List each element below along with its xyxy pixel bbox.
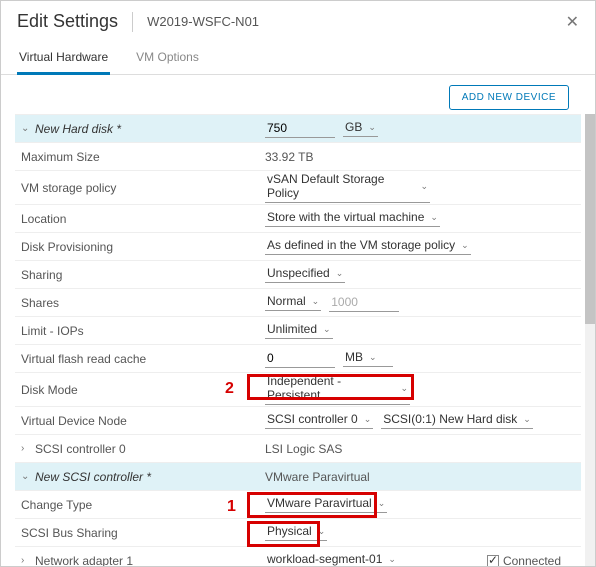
row-limit-iops: Limit - IOPs Unlimited ⌄ xyxy=(15,316,581,344)
network-connected-check[interactable]: Connected xyxy=(487,554,561,567)
tab-vm-options[interactable]: VM Options xyxy=(134,42,201,74)
row-scsi-bus-sharing: SCSI Bus Sharing Physical ⌄ xyxy=(15,518,581,546)
row-shares: Shares Normal ⌄ xyxy=(15,288,581,316)
close-icon[interactable]: ✕ xyxy=(566,12,579,32)
tab-virtual-hardware[interactable]: Virtual Hardware xyxy=(17,42,110,75)
chevron-down-icon: ⌄ xyxy=(312,296,320,307)
disk-size-input[interactable] xyxy=(265,119,335,138)
chevron-down-icon: ⌄ xyxy=(523,414,531,425)
max-size-value: 33.92 TB xyxy=(265,150,313,164)
chevron-down-icon: ⌄ xyxy=(369,352,377,363)
disk-size-unit-select[interactable]: GB ⌄ xyxy=(343,120,378,137)
storage-policy-select[interactable]: vSAN Default Storage Policy ⌄ xyxy=(265,172,430,203)
chevron-down-icon: ⌄ xyxy=(368,122,376,133)
edit-settings-dialog: Edit Settings W2019-WSFC-N01 ✕ Virtual H… xyxy=(0,0,596,567)
chevron-down-icon: ⌄ xyxy=(461,240,469,251)
scrollbar-thumb[interactable] xyxy=(585,114,595,324)
dialog-title: Edit Settings xyxy=(17,11,118,32)
provisioning-select[interactable]: As defined in the VM storage policy ⌄ xyxy=(265,238,471,255)
row-disk-provisioning: Disk Provisioning As defined in the VM s… xyxy=(15,232,581,260)
toolbar: ADD NEW DEVICE xyxy=(1,75,595,114)
disk-mode-select[interactable]: Independent - Persistent ⌄ xyxy=(265,374,410,405)
row-virtual-device-node: Virtual Device Node SCSI controller 0 ⌄ … xyxy=(15,406,581,434)
chevron-down-icon[interactable]: ⌄ xyxy=(21,123,35,134)
row-sharing: Sharing Unspecified ⌄ xyxy=(15,260,581,288)
row-scsi-controller-0: › SCSI controller 0 LSI Logic SAS xyxy=(15,434,581,462)
chevron-down-icon: ⌄ xyxy=(388,554,396,565)
vflash-value-input[interactable] xyxy=(265,349,335,368)
content-area: ⌄ New Hard disk * GB ⌄ Maximum Size 33.9… xyxy=(1,114,595,566)
chevron-down-icon: ⌄ xyxy=(430,212,438,223)
chevron-down-icon: ⌄ xyxy=(323,324,331,335)
vflash-unit-select[interactable]: MB ⌄ xyxy=(343,350,393,367)
vdn-device-select[interactable]: SCSI(0:1) New Hard disk ⌄ xyxy=(381,412,533,429)
row-location: Location Store with the virtual machine … xyxy=(15,204,581,232)
limit-iops-select[interactable]: Unlimited ⌄ xyxy=(265,322,333,339)
chevron-down-icon[interactable]: ⌄ xyxy=(21,471,35,482)
bus-sharing-select[interactable]: Physical ⌄ xyxy=(265,524,327,541)
location-select[interactable]: Store with the virtual machine ⌄ xyxy=(265,210,440,227)
row-network-adapter-1: › Network adapter 1 workload-segment-01 … xyxy=(15,546,581,566)
add-new-device-button[interactable]: ADD NEW DEVICE xyxy=(449,85,569,110)
checkbox-checked-icon xyxy=(487,555,499,567)
shares-level-select[interactable]: Normal ⌄ xyxy=(265,294,321,311)
vdn-controller-select[interactable]: SCSI controller 0 ⌄ xyxy=(265,412,373,429)
chevron-down-icon: ⌄ xyxy=(336,268,344,279)
dialog-header: Edit Settings W2019-WSFC-N01 ✕ xyxy=(1,1,595,36)
change-type-select[interactable]: VMware Paravirtual ⌄ xyxy=(265,496,387,513)
shares-value-input[interactable] xyxy=(329,293,399,312)
tabs: Virtual Hardware VM Options xyxy=(1,42,595,75)
row-change-type: Change Type VMware Paravirtual ⌄ xyxy=(15,490,581,518)
section-new-scsi-controller: ⌄ New SCSI controller * VMware Paravirtu… xyxy=(15,462,581,490)
chevron-right-icon[interactable]: › xyxy=(21,555,35,566)
chevron-down-icon: ⌄ xyxy=(364,414,372,425)
row-storage-policy: VM storage policy vSAN Default Storage P… xyxy=(15,170,581,204)
row-vflash: Virtual flash read cache MB ⌄ xyxy=(15,344,581,372)
header-divider xyxy=(132,12,133,32)
chevron-down-icon: ⌄ xyxy=(318,526,326,537)
row-max-size: Maximum Size 33.92 TB xyxy=(15,142,581,170)
chevron-right-icon[interactable]: › xyxy=(21,443,35,454)
network-select[interactable]: workload-segment-01 ⌄ xyxy=(265,552,398,566)
section-new-hard-disk: ⌄ New Hard disk * GB ⌄ xyxy=(15,114,581,142)
row-disk-mode: Disk Mode Independent - Persistent ⌄ xyxy=(15,372,581,406)
vm-name: W2019-WSFC-N01 xyxy=(147,14,259,29)
chevron-down-icon: ⌄ xyxy=(378,498,386,509)
scrollbar-track[interactable] xyxy=(585,114,595,566)
section-label: New Hard disk * xyxy=(35,122,121,136)
sharing-select[interactable]: Unspecified ⌄ xyxy=(265,266,345,283)
chevron-down-icon: ⌄ xyxy=(420,181,428,192)
chevron-down-icon: ⌄ xyxy=(400,383,408,394)
